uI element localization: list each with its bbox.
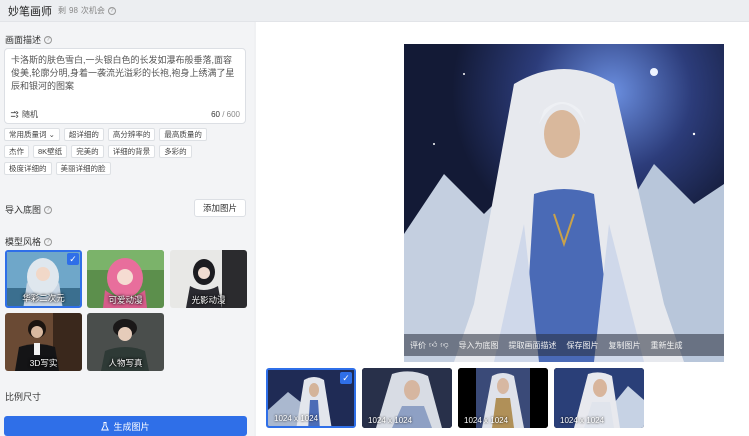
chevron-down-icon: ⌄ <box>48 130 55 139</box>
thumbnail-size: 1024 x 1024 <box>464 416 509 425</box>
thumbnail-4[interactable]: 1024 x 1024 <box>554 368 644 428</box>
ratio-label: 比例尺寸 <box>5 392 42 402</box>
preview-toolbar: 评价 👍︎ 👎︎ 导入为底图 提取画面描述 保存图片 复制图片 重新生成 <box>404 334 724 356</box>
base-image-label-text: 导入底图 <box>5 205 42 215</box>
tag-chip[interactable]: 杰作 <box>4 145 29 158</box>
style-card-portrait[interactable]: 人物写真 <box>87 313 164 371</box>
char-count: 60 <box>211 109 220 119</box>
thumbs-up-icon[interactable]: 👍︎ <box>429 340 437 350</box>
help-icon[interactable]: ? <box>107 6 116 15</box>
thumbnail-1[interactable]: 1024 x 1024 ✓ <box>266 368 356 428</box>
help-icon[interactable]: ? <box>44 205 53 214</box>
tag-chip[interactable]: 极度详细的 <box>4 162 52 175</box>
rate-group: 评价 👍︎ 👎︎ <box>410 340 449 351</box>
style-name: 可爱动漫 <box>108 295 143 305</box>
tag-chip[interactable]: 高分辨率的 <box>107 128 156 141</box>
shuffle-icon <box>10 110 19 118</box>
tag-chip[interactable]: 多彩的 <box>159 145 192 158</box>
credits-info: 剩 98 次机会 ? <box>58 5 116 16</box>
thumbnail-3[interactable]: 1024 x 1024 <box>458 368 548 428</box>
style-name: 人物写真 <box>108 358 143 368</box>
main-area: 评价 👍︎ 👎︎ 导入为底图 提取画面描述 保存图片 复制图片 重新生成 102… <box>256 22 749 436</box>
style-card-3d-realistic[interactable]: 3D写实 <box>5 313 82 371</box>
add-image-button[interactable]: 添加图片 <box>194 199 246 217</box>
thumbnail-size: 1024 x 1024 <box>560 416 605 425</box>
help-icon[interactable]: ? <box>44 35 53 44</box>
tag-chip[interactable]: 美丽详细的脸 <box>55 162 111 175</box>
prompt-label-text: 画面描述 <box>5 35 42 45</box>
check-icon: ✓ <box>340 372 352 384</box>
thumbs-down-icon[interactable]: 👎︎ <box>440 340 448 350</box>
import-base-button[interactable]: 导入为底图 <box>459 340 499 351</box>
credits-count: 98 <box>69 6 78 15</box>
base-image-label: 导入底图 ? <box>5 203 53 216</box>
regenerate-button[interactable]: 重新生成 <box>651 340 683 351</box>
quality-dropdown[interactable]: 常用质量词 ⌄ <box>4 128 60 141</box>
prompt-label: 画面描述 ? <box>5 33 53 46</box>
help-icon[interactable]: ? <box>44 237 53 246</box>
model-style-label: 模型风格 ? <box>5 235 53 248</box>
quality-tags: 常用质量词 ⌄ 超详细的 高分辨率的 最高质量的 杰作 8K壁纸 完美的 详细的… <box>4 128 250 179</box>
check-icon: ✓ <box>67 253 79 265</box>
tag-chip[interactable]: 超详细的 <box>63 128 104 141</box>
save-image-button[interactable]: 保存图片 <box>567 340 599 351</box>
style-name: 3D写实 <box>29 358 58 368</box>
generate-label: 生成图片 <box>113 421 150 432</box>
model-style-label-text: 模型风格 <box>5 237 42 247</box>
preview-artwork <box>404 44 724 362</box>
top-bar: 妙笔画师 剩 98 次机会 ? <box>0 0 749 22</box>
random-label: 随机 <box>22 109 38 119</box>
thumbnail-size: 1024 x 1024 <box>368 416 413 425</box>
thumbnail-2[interactable]: 1024 x 1024 <box>362 368 452 428</box>
thumbnail-size: 1024 x 1024 <box>274 414 319 423</box>
generate-button[interactable]: 生成图片 <box>4 416 247 436</box>
app-title: 妙笔画师 <box>8 5 52 18</box>
style-card-huacai[interactable]: 华彩二次元 ✓ <box>5 250 82 308</box>
style-card-cute-anime[interactable]: 可爱动漫 <box>87 250 164 308</box>
char-max: / 600 <box>222 109 240 119</box>
char-counter: 60 / 600 <box>211 110 240 119</box>
copy-image-button[interactable]: 复制图片 <box>609 340 641 351</box>
prompt-text: 卡洛斯的肤色雪白,一头银白色的长发如瀑布般垂落,面容俊美,轮廓分明,身着一袭流光… <box>11 55 235 91</box>
tag-chip[interactable]: 8K壁纸 <box>33 145 68 158</box>
tag-chip[interactable]: 最高质量的 <box>159 128 207 141</box>
style-name: 华彩二次元 <box>22 293 65 303</box>
tag-chip[interactable]: 详细的背景 <box>107 145 156 158</box>
random-button[interactable]: 随机 <box>10 109 38 120</box>
tag-chip[interactable]: 完美的 <box>71 145 104 158</box>
rate-label: 评价 <box>410 340 426 350</box>
credits-prefix: 剩 <box>58 6 66 15</box>
credits-suffix: 次机会 <box>80 6 105 15</box>
style-name: 光影动漫 <box>191 295 226 305</box>
preview-image <box>404 44 724 362</box>
flask-icon <box>101 421 110 430</box>
style-card-light-anime[interactable]: 光影动漫 <box>170 250 247 308</box>
quality-dropdown-label: 常用质量词 <box>9 130 47 139</box>
prompt-footer: 随机 60 / 600 <box>4 104 246 124</box>
extract-desc-button[interactable]: 提取画面描述 <box>509 340 557 351</box>
